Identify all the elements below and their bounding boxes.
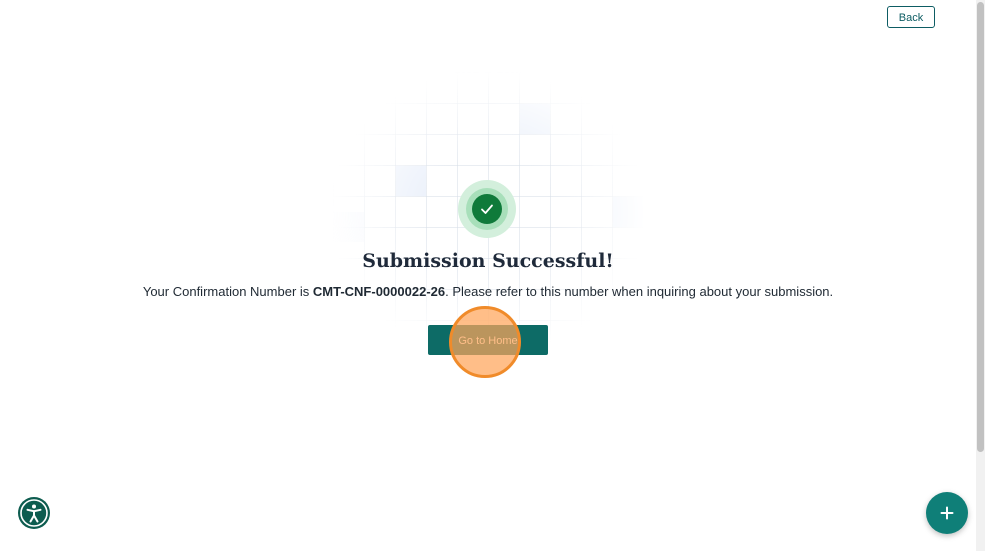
message-suffix: . Please refer to this number when inqui…: [445, 284, 834, 299]
grid-highlight-cell: [396, 166, 426, 196]
confirmation-number: CMT-CNF-0000022-26: [312, 284, 446, 299]
go-to-home-button[interactable]: Go to Home: [428, 325, 548, 355]
back-button[interactable]: Back: [887, 6, 935, 28]
add-fab-button[interactable]: [926, 492, 968, 534]
grid-highlight-cell: [613, 197, 643, 227]
scrollbar-thumb[interactable]: [977, 2, 984, 452]
grid-highlight-cell: [520, 104, 550, 134]
confirmation-message: Your Confirmation Number is CMT-CNF-0000…: [0, 284, 976, 299]
grid-highlight-cell: [334, 212, 364, 242]
success-title: Submission Successful!: [362, 250, 614, 272]
plus-icon: [940, 506, 954, 520]
message-prefix: Your Confirmation Number is: [142, 284, 313, 299]
accessibility-icon[interactable]: [18, 497, 50, 529]
check-icon: [472, 194, 502, 224]
